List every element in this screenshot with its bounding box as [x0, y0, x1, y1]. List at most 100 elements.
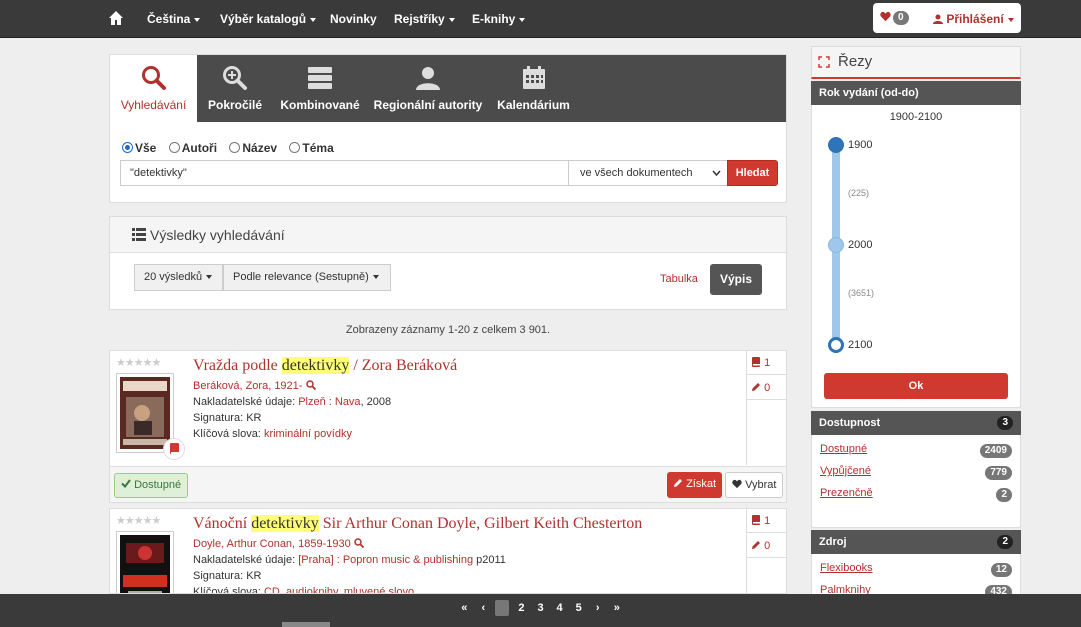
pencil-icon	[752, 383, 760, 391]
search-icon[interactable]	[354, 538, 364, 549]
radio-dot[interactable]	[229, 142, 241, 153]
pick-button[interactable]: Vybrat	[725, 472, 784, 498]
publisher-link[interactable]: [Praha] : Popron music & publishing	[298, 554, 473, 566]
page-last[interactable]: »	[610, 600, 624, 616]
login-button[interactable]: Přihlášení	[933, 12, 1014, 26]
radio-all[interactable]: Vše	[122, 141, 156, 155]
tab-calendar[interactable]: Kalendárium	[490, 55, 577, 122]
record-author-link[interactable]: Beráková, Zora, 1921-	[193, 380, 302, 392]
page-link[interactable]: 3	[534, 600, 548, 616]
radio-dot[interactable]	[122, 142, 133, 153]
home-icon[interactable]	[108, 10, 124, 26]
year-slider-handle-to[interactable]	[828, 337, 844, 353]
tab-regional-authorities[interactable]: Regionální autority	[372, 55, 484, 122]
rating-stars[interactable]: ★★★★★	[116, 514, 161, 527]
get-button[interactable]: Získat	[667, 472, 723, 498]
per-page-dropdown[interactable]: 20 výsledků	[134, 264, 223, 291]
login-label: Přihlášení	[946, 12, 1004, 26]
record-card: ★★★★★ Vražda podle detektivky / Zora Ber…	[109, 350, 787, 503]
book-icon	[170, 443, 179, 454]
radio-topic[interactable]: Téma	[289, 141, 334, 155]
cart-count-badge[interactable]: 0	[893, 11, 909, 25]
facet-availability-body: Dostupné 2409 Vypůjčené 779 Prezenčně 2	[811, 435, 1021, 528]
zoom-in-icon	[223, 66, 247, 90]
search-scope-select[interactable]: ve všech dokumentech	[568, 160, 728, 186]
results-title: Výsledky vyhledávání	[150, 227, 285, 243]
search-input[interactable]: "detektivky"	[120, 160, 569, 186]
nav-ebooks[interactable]: E-knihy	[472, 12, 526, 26]
search-icon[interactable]	[305, 380, 316, 391]
reviews-count[interactable]: 0	[747, 534, 786, 558]
tab-search[interactable]: Vyhledávání	[110, 55, 197, 122]
year-slider-handle-mid[interactable]	[828, 237, 844, 253]
items-count[interactable]: 1	[747, 351, 786, 375]
nav-news[interactable]: Novinky	[330, 12, 377, 26]
facet-availability-count: 3	[997, 416, 1013, 430]
crop-icon	[818, 56, 830, 68]
availability-button[interactable]: Dostupné	[114, 473, 189, 498]
page-next[interactable]: ›	[591, 600, 605, 616]
radio-all-label: Vše	[135, 141, 157, 155]
page-link[interactable]: 2	[514, 600, 528, 616]
book-format-badge	[163, 438, 185, 460]
page-prev[interactable]: ‹	[476, 600, 490, 616]
record-author-line: Doyle, Arthur Conan, 1859-1930	[193, 538, 364, 550]
facet-availability-link[interactable]: Prezenčně	[820, 487, 873, 499]
radio-dot[interactable]	[168, 142, 180, 153]
view-list-button[interactable]: Výpis	[710, 264, 762, 295]
reviews-count-value: 0	[764, 382, 771, 394]
tab-advanced[interactable]: Pokročilé	[197, 55, 273, 122]
search-button[interactable]: Hledat	[727, 160, 778, 186]
page-link[interactable]: 4	[553, 600, 567, 616]
book-icon	[752, 515, 760, 525]
facet-source-header[interactable]: Zdroj 2	[811, 530, 1021, 554]
reviews-count[interactable]: 0	[747, 376, 786, 400]
items-count[interactable]: 1	[747, 509, 786, 533]
caret-down-icon	[206, 275, 213, 280]
search-field-radios: Vše Autoři Název Téma	[122, 141, 343, 155]
facet-year-header[interactable]: Rok vydání (od-do)	[811, 81, 1021, 105]
tab-combined[interactable]: Kombinované	[273, 55, 367, 122]
facet-source-link[interactable]: Flexibooks	[820, 562, 873, 574]
publisher-link[interactable]: Plzeň : Nava	[298, 396, 360, 408]
heart-icon	[732, 479, 742, 489]
sort-dropdown[interactable]: Podle relevance (Sestupně)	[223, 264, 391, 291]
record-title-text: Vražda podle	[193, 357, 282, 374]
keywords-link[interactable]: kriminální povídky	[264, 428, 352, 440]
year-slider-handle-from[interactable]	[828, 137, 844, 153]
check-icon	[121, 479, 131, 489]
heart-icon[interactable]	[880, 11, 891, 22]
radio-authors[interactable]: Autoři	[168, 141, 217, 155]
tab-combined-label: Kombinované	[280, 98, 360, 112]
book-cover[interactable]	[116, 531, 174, 593]
year-ok-button[interactable]: Ok	[824, 373, 1008, 399]
page-link[interactable]: 5	[572, 600, 586, 616]
horizontal-scrollbar[interactable]	[282, 622, 330, 627]
signature-label: Signatura:	[193, 570, 244, 582]
radio-dot[interactable]	[289, 142, 301, 153]
record-title[interactable]: Vražda podle detektivky / Zora Beráková	[193, 357, 457, 375]
record-title[interactable]: Vánoční detektivky Sir Arthur Conan Doyl…	[193, 515, 642, 533]
facet-availability-link[interactable]: Vypůjčené	[820, 465, 871, 477]
facet-source-title: Zdroj	[819, 536, 847, 548]
pick-label: Vybrat	[745, 479, 777, 491]
facet-availability-link[interactable]: Dostupné	[820, 443, 867, 455]
record-actions: Dostupné Získat Vybrat	[110, 466, 786, 502]
view-table-link[interactable]: Tabulka	[660, 273, 698, 285]
book-cover-image	[120, 377, 170, 449]
record-author-link[interactable]: Doyle, Arthur Conan, 1859-1930	[193, 538, 351, 550]
nav-indexes[interactable]: Rejstříky	[394, 12, 455, 26]
nav-ebooks-label: E-knihy	[472, 12, 516, 26]
record-side-counters: 1 0	[746, 351, 786, 465]
radio-title[interactable]: Název	[229, 141, 277, 155]
facet-availability-header[interactable]: Dostupnost 3	[811, 411, 1021, 435]
nav-catalog[interactable]: Výběr katalogů	[220, 12, 317, 26]
rating-stars[interactable]: ★★★★★	[116, 356, 161, 369]
record-title-text: Vánoční	[193, 515, 252, 532]
page-first[interactable]: «	[457, 600, 471, 616]
record-signature-line: Signatura: KR	[193, 412, 262, 424]
items-count-value: 1	[764, 515, 771, 527]
nav-language[interactable]: Čeština	[147, 12, 201, 26]
keywords-link[interactable]: CD, audioknihy, mluvené slovo	[264, 586, 414, 593]
record-title-author: Sir Arthur Conan Doyle, Gilbert Keith Ch…	[318, 515, 643, 532]
